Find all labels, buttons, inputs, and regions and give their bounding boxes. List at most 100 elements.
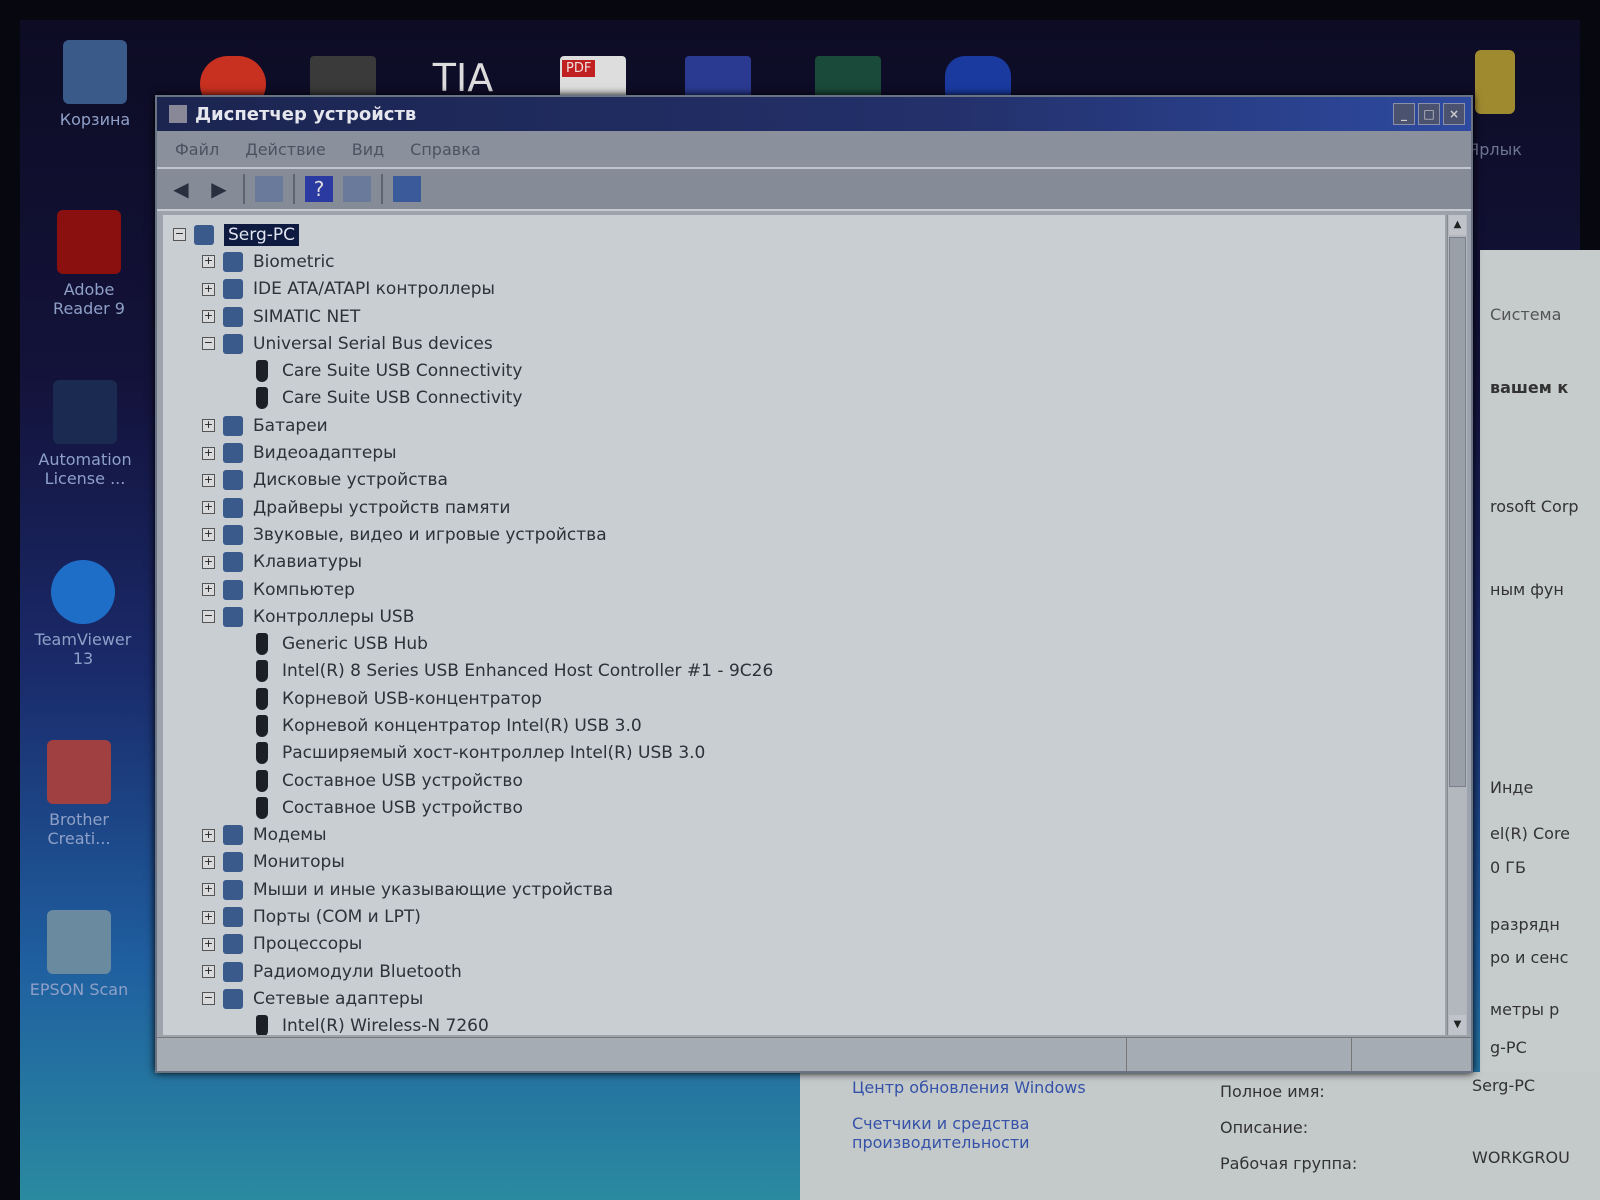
category-icon: [223, 606, 243, 627]
scan-hardware-icon[interactable]: [393, 176, 421, 202]
windows-update-link[interactable]: Центр обновления Windows: [852, 1078, 1086, 1097]
tree-node-label: Процессоры: [253, 934, 363, 955]
desktop-icon-automation-license[interactable]: Automation License ...: [30, 380, 140, 488]
tree-node[interactable]: Корневой USB-концентратор: [163, 685, 1445, 712]
menu-bar: Файл Действие Вид Справка: [157, 131, 1471, 169]
device-icon: [256, 769, 268, 792]
tree-node[interactable]: − Сетевые адаптеры: [163, 985, 1445, 1012]
expand-toggle-icon[interactable]: +: [202, 855, 215, 869]
tree-node[interactable]: Care Suite USB Connectivity: [163, 385, 1445, 412]
desktop-icon-epson-scan[interactable]: EPSON Scan: [24, 910, 134, 999]
tree-node[interactable]: Generic USB Hub: [163, 630, 1445, 657]
tree-node[interactable]: Составное USB устройство: [163, 767, 1445, 794]
tree-node-label: Intel(R) 8 Series USB Enhanced Host Cont…: [282, 661, 774, 682]
view-icon[interactable]: [343, 176, 371, 202]
device-icon: [256, 633, 268, 656]
expand-toggle-icon[interactable]: +: [202, 473, 215, 487]
category-icon: [223, 934, 243, 955]
expand-toggle-icon[interactable]: +: [202, 828, 215, 842]
tree-node-label: IDE ATA/ATAPI контроллеры: [253, 279, 495, 300]
collapse-toggle-icon[interactable]: −: [202, 610, 215, 624]
tree-node[interactable]: + Biometric: [163, 248, 1445, 275]
expand-toggle-icon[interactable]: +: [202, 419, 215, 433]
tree-node[interactable]: Составное USB устройство: [163, 794, 1445, 821]
tree-node-label: Serg-PC: [224, 223, 299, 246]
expand-toggle-icon[interactable]: +: [202, 883, 215, 897]
expand-toggle-icon[interactable]: +: [202, 937, 215, 951]
expand-toggle-icon[interactable]: +: [202, 965, 215, 979]
menu-view[interactable]: Вид: [352, 140, 384, 159]
forward-icon[interactable]: ▶: [205, 176, 233, 202]
category-icon: [223, 961, 243, 982]
collapse-toggle-icon[interactable]: −: [202, 992, 215, 1006]
minimize-button[interactable]: _: [1393, 103, 1415, 125]
tree-node[interactable]: + Видеоадаптеры: [163, 439, 1445, 466]
tree-node[interactable]: + Дисковые устройства: [163, 467, 1445, 494]
properties-icon[interactable]: [255, 176, 283, 202]
collapse-toggle-icon[interactable]: −: [173, 228, 186, 242]
tree-node[interactable]: Корневой концентратор Intel(R) USB 3.0: [163, 712, 1445, 739]
close-button[interactable]: ×: [1443, 103, 1465, 125]
tree-node[interactable]: + Компьютер: [163, 576, 1445, 603]
tree-node[interactable]: − Serg-PC: [163, 221, 1445, 248]
tree-node[interactable]: + Радиомодули Bluetooth: [163, 958, 1445, 985]
category-icon: [223, 852, 243, 873]
scroll-down-arrow[interactable]: ▼: [1449, 1015, 1466, 1035]
expand-toggle-icon[interactable]: +: [202, 555, 215, 569]
performance-link[interactable]: Счетчики и средства производительности: [852, 1114, 1072, 1152]
tree-node-label: Компьютер: [253, 579, 355, 600]
tree-node[interactable]: − Контроллеры USB: [163, 603, 1445, 630]
back-icon[interactable]: ◀: [167, 176, 195, 202]
tree-node[interactable]: + Мыши и иные указывающие устройства: [163, 876, 1445, 903]
text: el(R) Core: [1490, 824, 1571, 843]
tree-node-label: Драйверы устройств памяти: [253, 497, 511, 518]
expand-toggle-icon[interactable]: +: [202, 446, 215, 460]
tree-node[interactable]: + Порты (COM и LPT): [163, 903, 1445, 930]
desktop-icon-brother[interactable]: Brother Creati...: [24, 740, 134, 848]
recycle-bin-icon: [63, 40, 127, 104]
menu-file[interactable]: Файл: [175, 140, 219, 159]
tree-node[interactable]: + Клавиатуры: [163, 549, 1445, 576]
collapse-toggle-icon[interactable]: −: [202, 337, 215, 351]
category-icon: [223, 825, 243, 846]
expand-toggle-icon[interactable]: +: [202, 255, 215, 269]
category-icon: [194, 224, 214, 245]
expand-toggle-icon[interactable]: +: [202, 528, 215, 542]
tree-node[interactable]: − Universal Serial Bus devices: [163, 330, 1445, 357]
expand-toggle-icon[interactable]: +: [202, 282, 215, 296]
vertical-scrollbar[interactable]: ▲ ▼: [1447, 215, 1467, 1035]
tree-node[interactable]: Расширяемый хост-контроллер Intel(R) USB…: [163, 740, 1445, 767]
tree-node[interactable]: Intel(R) Wireless-N 7260: [163, 1013, 1445, 1035]
tree-node[interactable]: + Драйверы устройств памяти: [163, 494, 1445, 521]
title-bar[interactable]: Диспетчер устройств _ □ ×: [157, 97, 1471, 131]
desktop-icon-recycle-bin[interactable]: Корзина: [40, 40, 150, 129]
menu-action[interactable]: Действие: [245, 140, 326, 159]
tree-node[interactable]: + SIMATIC NET: [163, 303, 1445, 330]
workgroup-label: Рабочая группа:: [1220, 1154, 1358, 1173]
scroll-up-arrow[interactable]: ▲: [1449, 215, 1466, 235]
desktop-icon-adobe-reader[interactable]: Adobe Reader 9: [34, 210, 144, 318]
tree-node[interactable]: + IDE ATA/ATAPI контроллеры: [163, 276, 1445, 303]
tree-node[interactable]: + Звуковые, видео и игровые устройства: [163, 521, 1445, 548]
tree-node[interactable]: + Батареи: [163, 412, 1445, 439]
tree-node[interactable]: Intel(R) 8 Series USB Enhanced Host Cont…: [163, 658, 1445, 685]
icon-label: TeamViewer 13: [34, 630, 132, 668]
expand-toggle-icon[interactable]: +: [202, 310, 215, 324]
scroll-thumb[interactable]: [1449, 237, 1466, 787]
maximize-button[interactable]: □: [1418, 103, 1440, 125]
text: ным фун: [1490, 580, 1564, 599]
expand-toggle-icon[interactable]: +: [202, 501, 215, 515]
category-icon: [223, 306, 243, 327]
tree-node[interactable]: + Мониторы: [163, 849, 1445, 876]
help-icon[interactable]: ?: [305, 176, 333, 202]
tree-node[interactable]: Care Suite USB Connectivity: [163, 357, 1445, 384]
expand-toggle-icon[interactable]: +: [202, 583, 215, 596]
tree-node[interactable]: + Процессоры: [163, 931, 1445, 958]
tree-node[interactable]: + Модемы: [163, 822, 1445, 849]
expand-toggle-icon[interactable]: +: [202, 910, 215, 924]
tree-node-label: Biometric: [253, 251, 335, 272]
desktop-icon-teamviewer[interactable]: TeamViewer 13: [28, 560, 138, 668]
text: вашем к: [1490, 378, 1569, 397]
menu-help[interactable]: Справка: [410, 140, 481, 159]
tree-node-label: Составное USB устройство: [282, 797, 523, 818]
